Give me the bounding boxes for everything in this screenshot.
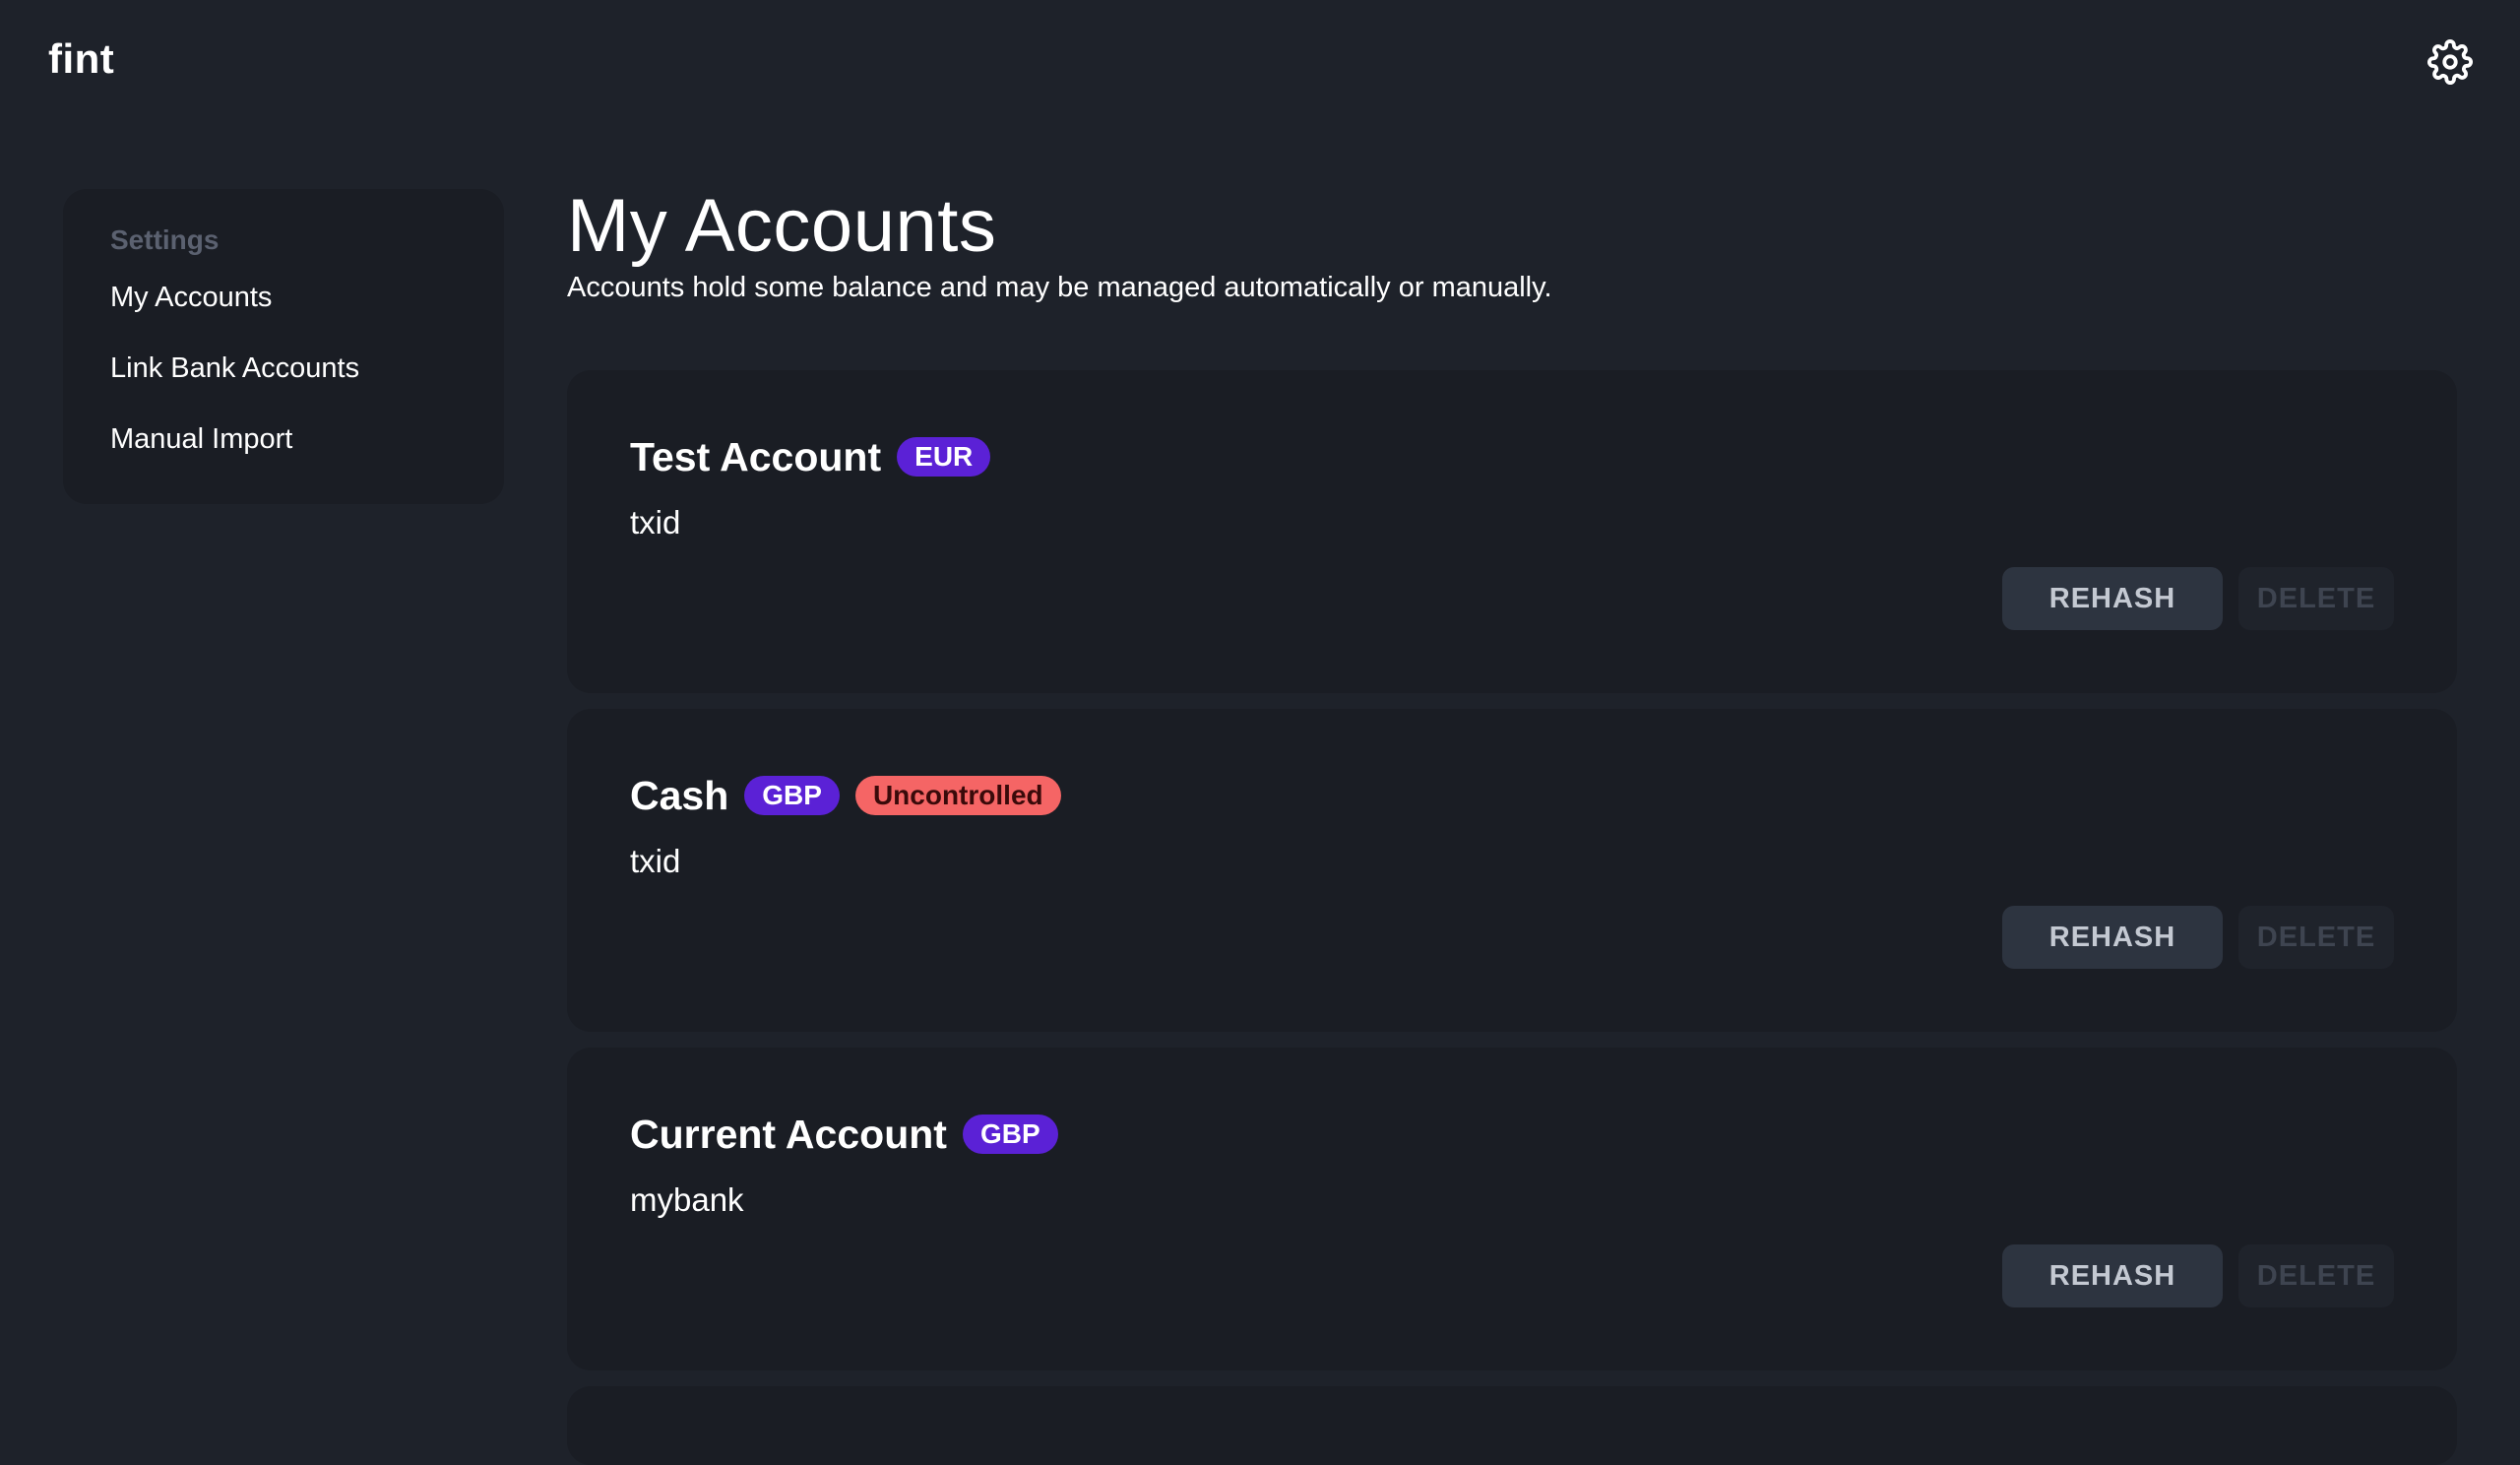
account-actions: REHASH DELETE <box>2002 906 2394 969</box>
currency-badge: GBP <box>962 1115 1058 1154</box>
page-subtitle: Accounts hold some balance and may be ma… <box>567 272 1552 303</box>
account-source: mybank <box>630 1181 744 1218</box>
top-bar: fint <box>0 0 2520 128</box>
status-badge: Uncontrolled <box>854 776 1061 815</box>
delete-button[interactable]: DELETE <box>2238 906 2394 969</box>
account-card-partial <box>567 1386 2457 1465</box>
sidebar-item-manual-import[interactable]: Manual Import <box>110 404 504 475</box>
sidebar-item-link-bank-accounts[interactable]: Link Bank Accounts <box>110 333 504 404</box>
sidebar-item-my-accounts[interactable]: My Accounts <box>110 262 504 333</box>
account-actions: REHASH DELETE <box>2002 1244 2394 1307</box>
delete-button[interactable]: DELETE <box>2238 1244 2394 1307</box>
gear-icon[interactable] <box>2427 39 2473 85</box>
account-source: txid <box>630 843 681 879</box>
account-card: Test Account EUR txid REHASH DELETE <box>567 370 2457 693</box>
rehash-button[interactable]: REHASH <box>2002 1244 2223 1307</box>
account-header: Cash GBP Uncontrolled <box>630 768 1077 823</box>
sidebar-heading: Settings <box>110 224 220 255</box>
account-card: Current Account GBP mybank REHASH DELETE <box>567 1048 2457 1370</box>
account-name: Cash <box>630 772 729 818</box>
page-title: My Accounts <box>567 184 997 268</box>
currency-badge: GBP <box>744 776 840 815</box>
account-name: Current Account <box>630 1111 947 1157</box>
rehash-button[interactable]: REHASH <box>2002 906 2223 969</box>
account-header: Test Account EUR <box>630 429 1006 484</box>
account-card: Cash GBP Uncontrolled txid REHASH DELETE <box>567 709 2457 1032</box>
account-name: Test Account <box>630 433 882 479</box>
account-header: Current Account GBP <box>630 1107 1074 1162</box>
app-logo[interactable]: fint <box>48 35 114 83</box>
account-source: txid <box>630 504 681 541</box>
main-content: My Accounts Accounts hold some balance a… <box>567 177 2457 304</box>
rehash-button[interactable]: REHASH <box>2002 567 2223 630</box>
currency-badge: EUR <box>897 437 991 477</box>
settings-sidebar: Settings My Accounts Link Bank Accounts … <box>63 189 504 504</box>
account-actions: REHASH DELETE <box>2002 567 2394 630</box>
delete-button[interactable]: DELETE <box>2238 567 2394 630</box>
